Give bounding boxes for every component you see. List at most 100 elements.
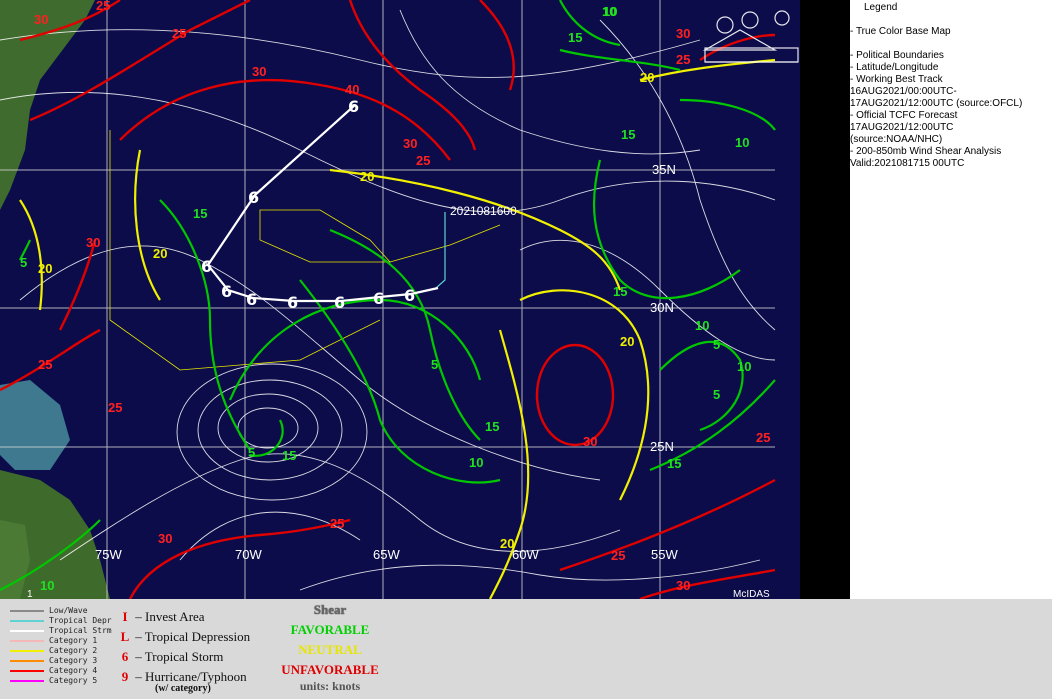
key-line-row: Category 3 — [10, 656, 97, 666]
shear-units: units: knots — [299, 679, 361, 693]
yellow-contour-label: 20 — [153, 246, 167, 261]
red-contour-label: 30 — [34, 12, 48, 27]
red-contour-label: 40 — [345, 82, 359, 97]
key-line-label: Tropical Depr — [49, 616, 112, 625]
key-line-swatch — [10, 679, 44, 682]
key-line-row: Low/Wave — [10, 606, 88, 616]
legend-item: 17AUG2021/12:00UTC (source:OFCL) — [850, 98, 1023, 109]
green-contour-label: 15 — [485, 419, 499, 434]
key-line-swatch — [10, 629, 44, 632]
lat-label: 35N — [652, 162, 676, 177]
legend-item: 17AUG2021/12:00UTC — [850, 122, 954, 133]
yellow-contour-label: 20 — [500, 536, 514, 551]
red-contour-label: 25 — [96, 0, 110, 13]
green-contour-label: 15 — [667, 456, 681, 471]
green-contour-label: 5 — [248, 445, 255, 460]
storm-symbol: 6 — [246, 290, 257, 309]
separator — [800, 0, 850, 599]
key-line-row: Tropical Strm — [10, 626, 112, 636]
red-contour-label: 25 — [172, 26, 186, 41]
lat-label: 25N — [650, 439, 674, 454]
shear-map: 6 6 6 6 6 6 6 6 6 35N 30N 25N 75W 70W 65… — [0, 0, 800, 599]
green-contour-label: 15 — [621, 127, 635, 142]
red-contour-label: 30 — [86, 235, 100, 250]
key-line-swatch — [10, 609, 44, 612]
key-line-label: Tropical Strm — [49, 626, 112, 635]
green-contour-label: 5 — [431, 357, 438, 372]
key-symbol-row: L – Tropical Depression — [118, 629, 250, 645]
shear-title: Shear — [313, 602, 347, 617]
green-contour-label: 10 — [737, 359, 751, 374]
key-line-label: Low/Wave — [49, 606, 88, 615]
key-line-label: Category 2 — [49, 646, 98, 655]
shear-neutral: NEUTRAL — [298, 642, 362, 657]
green-contour-label: 5 — [20, 255, 27, 270]
key-line-swatch — [10, 619, 44, 622]
storm-symbol: 6 — [404, 286, 415, 305]
key-panel: Low/Wave Tropical Depr Tropical Strm Catego… — [0, 599, 1052, 699]
mcidas-brand: McIDAS — [733, 589, 770, 599]
red-contour-label: 30 — [583, 434, 597, 449]
key-line-swatch — [10, 669, 44, 672]
key-line-row: Category 1 — [10, 636, 97, 646]
storm-symbol: 6 — [201, 257, 212, 276]
green-contour-label: 10 — [40, 578, 54, 593]
legend-item: - Working Best Track — [850, 74, 943, 85]
red-contour-label: 25 — [611, 548, 625, 563]
key-symbol-glyph: L — [120, 629, 130, 644]
green-contour-label: 15 — [193, 206, 207, 221]
lon-label: 55W — [651, 547, 678, 562]
yellow-contour-label: 20 — [620, 334, 634, 349]
green-contour-label: 10 — [603, 4, 617, 19]
storm-symbol: 6 — [334, 293, 345, 312]
key-line-label: Category 5 — [49, 676, 98, 685]
key-line-row: Category 5 — [10, 676, 97, 686]
best-track-line — [206, 104, 439, 303]
red-contour-label: 30 — [252, 64, 266, 79]
cimss-logo — [702, 10, 799, 63]
storm-symbol: 6 — [221, 282, 232, 301]
storm-symbol: 6 — [373, 289, 384, 308]
green-contour-label: 15 — [613, 284, 627, 299]
key-symbol-label: – Tropical Storm — [132, 649, 224, 664]
lon-label: 75W — [95, 547, 122, 562]
red-contour-label: 30 — [676, 26, 690, 41]
green-contour-label: 10 — [695, 318, 709, 333]
tropical-depression-track — [435, 212, 446, 289]
lon-label: 65W — [373, 547, 400, 562]
key-line-row: Tropical Depr — [10, 616, 112, 626]
key-symbol-row: I – Invest Area — [118, 609, 205, 625]
contours-favorable — [0, 0, 776, 591]
track-time-label: 2021081600 — [450, 204, 517, 218]
green-contour-label: 15 — [568, 30, 582, 45]
storm-symbol: 6 — [348, 97, 359, 116]
shear-favorable: FAVORABLE — [290, 622, 370, 637]
key-symbol-glyph: I — [122, 609, 128, 624]
red-contour-label: 25 — [676, 52, 690, 67]
key-line-label: Category 1 — [49, 636, 98, 645]
contours-neutral — [19, 58, 776, 599]
legend-panel: Legend - True Color Base Map - Political… — [850, 0, 1052, 599]
key-line-row: Category 2 — [10, 646, 97, 656]
green-contour-label: 10 — [469, 455, 483, 470]
red-contour-label: 25 — [108, 400, 122, 415]
legend-item: (source:NOAA/NHC) — [850, 134, 943, 145]
yellow-contour-label: 20 — [640, 70, 654, 85]
key-symbol-label: – Tropical Depression — [132, 629, 251, 644]
legend-title: Legend — [864, 2, 898, 13]
key-symbol-glyph: 9 — [121, 669, 129, 684]
red-contour-label: 30 — [676, 578, 690, 593]
corner-marker: 1 — [27, 589, 33, 599]
red-contour-label: 25 — [38, 357, 52, 372]
forecast-region-lines — [109, 130, 501, 371]
key-symbol-label: – Invest Area — [132, 609, 205, 624]
key-line-row: Category 4 — [10, 666, 97, 676]
legend-item: Valid:2021081715 00UTC — [850, 158, 965, 169]
legend-item: - Political Boundaries — [850, 50, 944, 61]
bahamas-shallows — [0, 380, 70, 470]
lon-label: 70W — [235, 547, 262, 562]
red-contour-label: 25 — [756, 430, 770, 445]
green-contour-label: 5 — [713, 387, 720, 402]
yellow-contour-label: 20 — [360, 169, 374, 184]
key-line-swatch — [10, 649, 44, 652]
